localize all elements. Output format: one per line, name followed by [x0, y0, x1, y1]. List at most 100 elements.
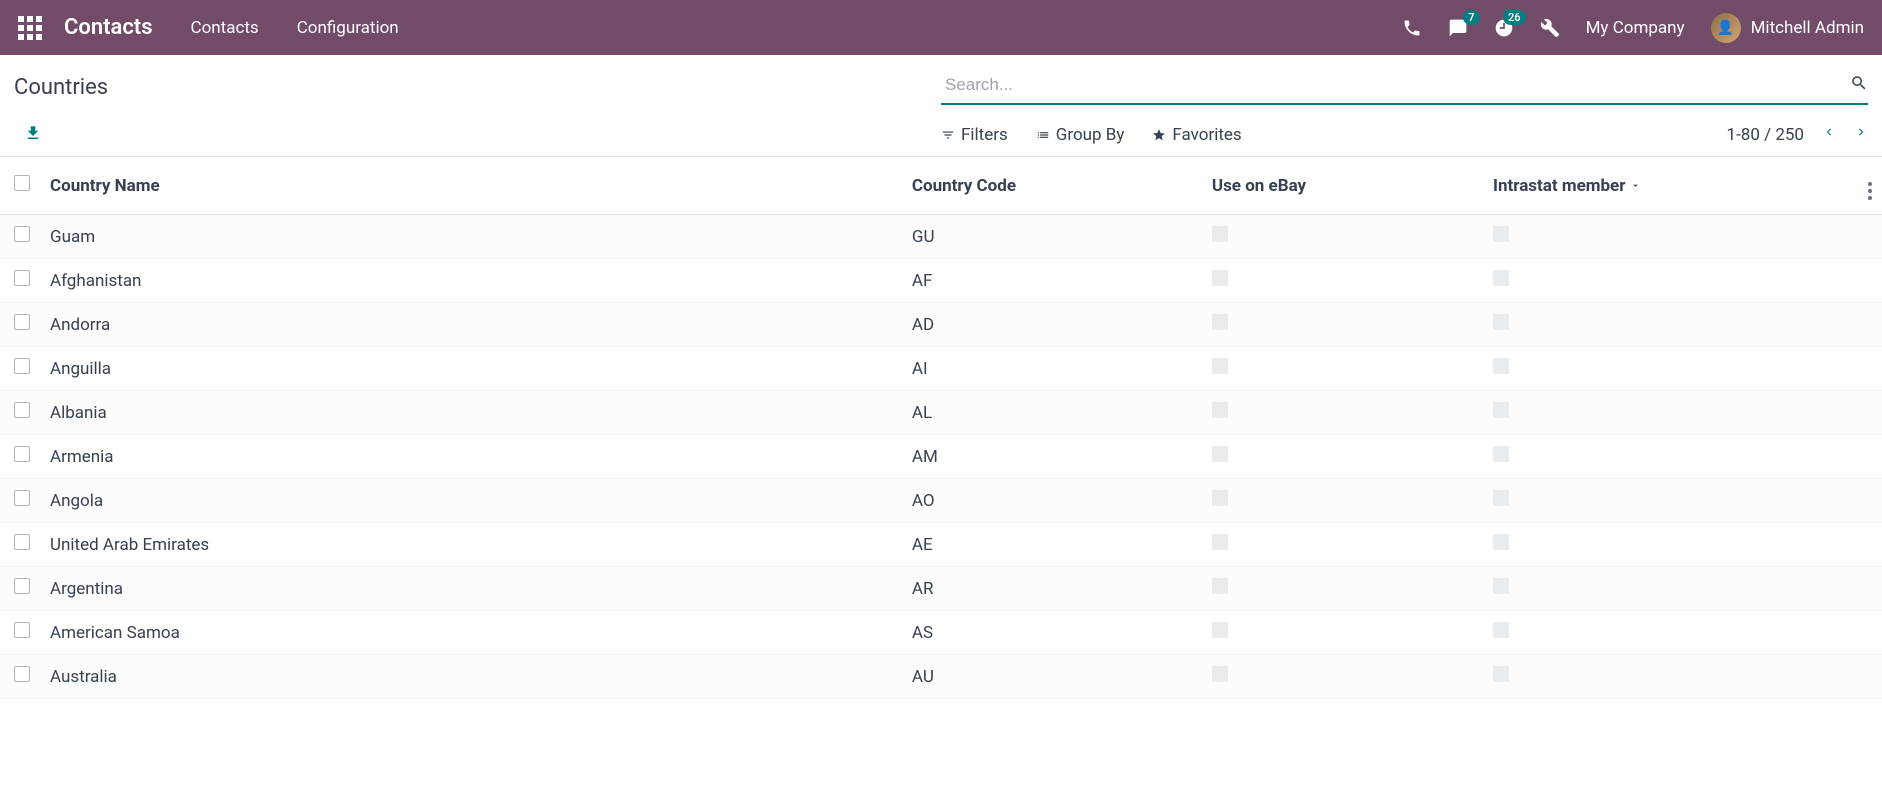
cell-country-code: AL — [902, 391, 1202, 435]
row-checkbox[interactable] — [14, 622, 30, 638]
user-menu[interactable]: 👤 Mitchell Admin — [1711, 13, 1864, 43]
table-row[interactable]: ArgentinaAR — [0, 567, 1882, 611]
navbar: Contacts Contacts Configuration 7 26 My … — [0, 0, 1882, 55]
row-checkbox[interactable] — [14, 490, 30, 506]
activities-icon[interactable]: 26 — [1494, 18, 1514, 38]
favorites-button[interactable]: Favorites — [1152, 125, 1241, 145]
table-row[interactable]: GuamGU — [0, 215, 1882, 259]
control-panel: Countries Filters Group By Fav — [0, 55, 1882, 156]
table-row[interactable]: AlbaniaAL — [0, 391, 1882, 435]
pager-range[interactable]: 1-80 / 250 — [1727, 125, 1804, 145]
cell-use-on-ebay — [1202, 215, 1483, 259]
cell-use-on-ebay — [1202, 347, 1483, 391]
cell-country-code: AE — [902, 523, 1202, 567]
cell-use-on-ebay — [1202, 303, 1483, 347]
nav-menu: Contacts Configuration — [191, 18, 399, 38]
row-checkbox[interactable] — [14, 402, 30, 418]
table-row[interactable]: AndorraAD — [0, 303, 1882, 347]
table-row[interactable]: AfghanistanAF — [0, 259, 1882, 303]
search-toolbar: Filters Group By Favorites — [941, 125, 1242, 145]
phone-icon[interactable] — [1402, 18, 1422, 38]
table-row[interactable]: American SamoaAS — [0, 611, 1882, 655]
columns-menu-icon[interactable] — [1868, 182, 1872, 200]
ebay-checkbox — [1212, 446, 1228, 462]
cell-use-on-ebay — [1202, 611, 1483, 655]
intrastat-checkbox — [1493, 534, 1509, 550]
cell-country-code: AI — [902, 347, 1202, 391]
avatar: 👤 — [1711, 13, 1741, 43]
cell-intrastat — [1483, 523, 1858, 567]
cell-use-on-ebay — [1202, 391, 1483, 435]
row-checkbox[interactable] — [14, 358, 30, 374]
cell-intrastat — [1483, 303, 1858, 347]
nav-menu-contacts[interactable]: Contacts — [191, 18, 259, 38]
cell-country-code: AD — [902, 303, 1202, 347]
groupby-button[interactable]: Group By — [1036, 125, 1125, 145]
column-country-name[interactable]: Country Name — [40, 157, 902, 215]
intrastat-checkbox — [1493, 490, 1509, 506]
row-checkbox[interactable] — [14, 270, 30, 286]
export-icon[interactable] — [14, 124, 42, 146]
cell-country-name: American Samoa — [40, 611, 902, 655]
search-input[interactable] — [941, 69, 1850, 101]
intrastat-checkbox — [1493, 666, 1509, 682]
cell-country-name: Armenia — [40, 435, 902, 479]
cell-intrastat — [1483, 347, 1858, 391]
chevron-right-icon — [1854, 123, 1868, 141]
cell-intrastat — [1483, 435, 1858, 479]
ebay-checkbox — [1212, 534, 1228, 550]
cell-country-code: AU — [902, 655, 1202, 699]
filters-label: Filters — [961, 125, 1008, 145]
ebay-checkbox — [1212, 490, 1228, 506]
user-name: Mitchell Admin — [1751, 18, 1864, 38]
table-row[interactable]: AngolaAO — [0, 479, 1882, 523]
row-checkbox[interactable] — [14, 578, 30, 594]
row-checkbox[interactable] — [14, 534, 30, 550]
ebay-checkbox — [1212, 402, 1228, 418]
list-icon — [1036, 128, 1050, 142]
table-row[interactable]: AustraliaAU — [0, 655, 1882, 699]
cell-intrastat — [1483, 567, 1858, 611]
table-row[interactable]: United Arab EmiratesAE — [0, 523, 1882, 567]
row-checkbox[interactable] — [14, 226, 30, 242]
ebay-checkbox — [1212, 226, 1228, 242]
cell-country-name: Guam — [40, 215, 902, 259]
table-row[interactable]: ArmeniaAM — [0, 435, 1882, 479]
caret-down-icon — [1630, 176, 1641, 196]
cell-use-on-ebay — [1202, 567, 1483, 611]
messages-icon[interactable]: 7 — [1448, 18, 1468, 38]
cell-country-name: Andorra — [40, 303, 902, 347]
cell-country-code: GU — [902, 215, 1202, 259]
table-row[interactable]: AnguillaAI — [0, 347, 1882, 391]
cell-intrastat — [1483, 215, 1858, 259]
pager-next[interactable] — [1854, 123, 1868, 146]
intrastat-checkbox — [1493, 358, 1509, 374]
messages-badge: 7 — [1463, 10, 1479, 25]
ebay-checkbox — [1212, 358, 1228, 374]
cell-country-name: Angola — [40, 479, 902, 523]
company-selector[interactable]: My Company — [1586, 18, 1685, 38]
cell-country-code: AS — [902, 611, 1202, 655]
debug-icon[interactable] — [1540, 18, 1560, 38]
ebay-checkbox — [1212, 314, 1228, 330]
row-checkbox[interactable] — [14, 314, 30, 330]
filters-button[interactable]: Filters — [941, 125, 1008, 145]
column-intrastat-member[interactable]: Intrastat member — [1483, 157, 1858, 215]
nav-right: 7 26 My Company 👤 Mitchell Admin — [1402, 13, 1864, 43]
apps-menu-icon[interactable] — [18, 16, 42, 40]
intrastat-checkbox — [1493, 314, 1509, 330]
countries-table: Country Name Country Code Use on eBay In… — [0, 157, 1882, 699]
select-all-checkbox[interactable] — [14, 175, 30, 191]
cell-use-on-ebay — [1202, 655, 1483, 699]
pager-prev[interactable] — [1822, 123, 1836, 146]
row-checkbox[interactable] — [14, 446, 30, 462]
row-checkbox[interactable] — [14, 666, 30, 682]
pager: 1-80 / 250 — [1727, 123, 1868, 146]
column-country-code[interactable]: Country Code — [902, 157, 1202, 215]
cell-use-on-ebay — [1202, 435, 1483, 479]
app-brand[interactable]: Contacts — [64, 15, 153, 40]
search-icon[interactable] — [1850, 74, 1868, 96]
nav-menu-configuration[interactable]: Configuration — [297, 18, 399, 38]
column-use-on-ebay[interactable]: Use on eBay — [1202, 157, 1483, 215]
activities-badge: 26 — [1503, 10, 1526, 25]
